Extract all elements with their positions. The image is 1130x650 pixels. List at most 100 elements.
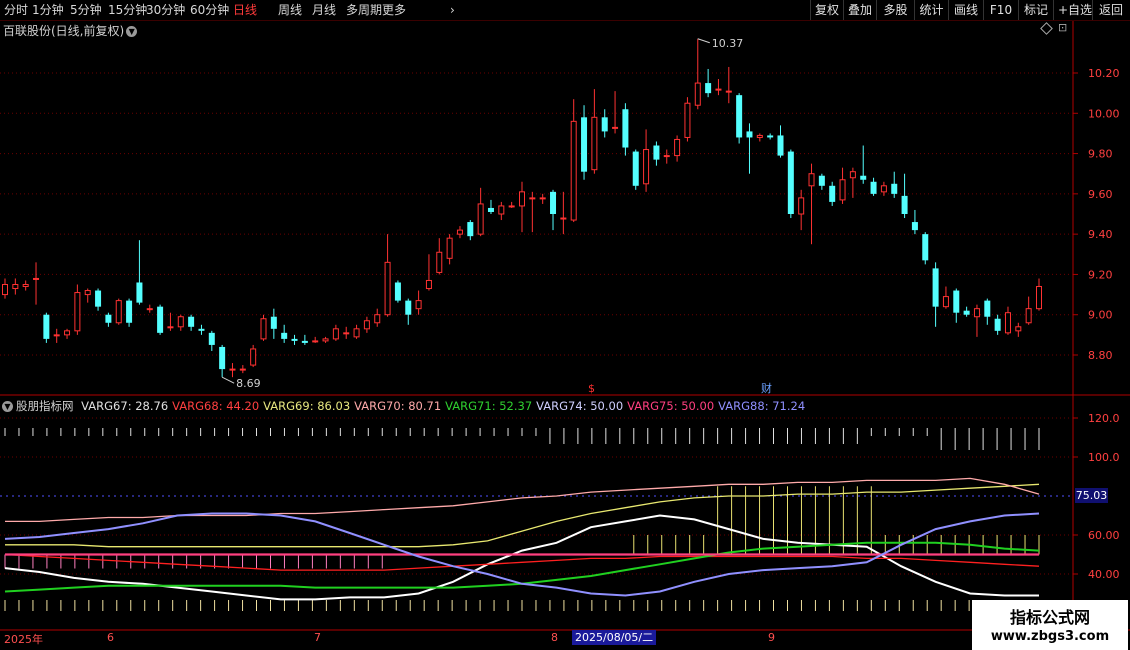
watermark-title: 指标公式网 [1009,608,1090,627]
price-label: 9.00 [1088,309,1113,322]
ind-label: 120.0 [1088,412,1120,425]
toolbar-action-7[interactable]: +自选 [1053,0,1092,20]
candle-body [550,191,557,214]
period-tab-5[interactable]: 60分钟 [190,0,229,20]
ind-label: 60.00 [1088,529,1120,542]
period-tab-10[interactable]: 更多 [382,0,406,20]
toolbar-action-5[interactable]: F10 [983,0,1018,20]
indicator-value-0: VARG67: 28.76 [81,399,169,413]
candle-body [663,155,670,158]
candle-body [818,175,825,186]
candle-body [601,117,608,132]
period-tab-9[interactable]: 多周期 [346,0,382,20]
candle-body [870,181,877,194]
candle-body [519,191,525,207]
kline-chart-canvas[interactable]: 10.20 10.00 9.80 9.60 9.40 9.20 9.00 8.80 10.37 8… [0,0,1130,650]
toolbar-action-4[interactable]: 画线 [948,0,983,20]
candle-body [1004,312,1011,334]
more-arrow-icon[interactable]: › [450,0,455,20]
watermark-url: www.zbgs3.com [990,629,1110,644]
candle-body [291,338,298,341]
toolbar-action-8[interactable]: 返回 [1092,0,1129,20]
indicator-value-3: VARG70: 80.71 [354,399,442,413]
date-label-3: 8 [551,631,558,644]
indicator-name[interactable]: 股朋指标网 [16,399,74,413]
period-tab-8[interactable]: 月线 [312,0,336,20]
candle-body [374,314,381,324]
restore-window-icon[interactable]: ⊡ [1058,21,1067,34]
chevron-down-icon[interactable]: ▼ [126,26,138,37]
candle-body [74,292,81,332]
candle-body [901,195,908,214]
toolbar-action-6[interactable]: 标记 [1018,0,1053,20]
low-label: 8.69 [236,377,261,390]
candle-body [1036,286,1042,310]
price-label: 8.80 [1088,349,1113,362]
candle-body [343,332,350,335]
period-tab-4[interactable]: 30分钟 [146,0,185,20]
indicator-value-7: VARG88: 71.24 [718,399,806,413]
candle-body [260,318,267,340]
candle-body [219,346,226,370]
candle-body [539,197,546,200]
chevron-down-icon[interactable]: ▼ [2,401,13,412]
candle-body [198,328,205,331]
candle-body [612,126,619,129]
candle-body [508,205,515,208]
period-tab-0[interactable]: 分时 [4,0,28,20]
candle-body [684,102,691,138]
price-label: 10.00 [1088,107,1120,120]
candle-body [239,368,246,371]
period-tab-7[interactable]: 周线 [278,0,302,20]
candle-body [705,83,712,94]
candle-body [591,116,598,171]
candle-body [922,234,929,261]
candle-body [136,282,143,303]
toolbar-action-2[interactable]: 多股 [876,0,914,20]
candle-body [53,334,60,337]
candle-body [1025,308,1032,324]
date-label-1: 6 [107,631,114,644]
candle-body [477,203,484,235]
candle-body [1015,326,1022,332]
period-tab-2[interactable]: 5分钟 [70,0,102,20]
candle-body [839,179,846,201]
candle-body [229,368,236,371]
indicator-lines [4,428,1040,611]
candle-body [746,131,753,138]
candle-body [33,277,40,280]
candle-body [384,261,391,316]
candle-body [436,251,443,273]
candle-body [353,328,360,338]
candle-body [64,330,71,336]
candle-body [622,109,629,148]
ind-label: 100.0 [1088,451,1120,464]
candle-body [363,320,370,330]
candle-body [756,134,763,138]
period-tab-6[interactable]: 日线 [233,0,257,20]
candle-body [643,149,650,185]
candle-body [467,222,474,237]
candle-body [281,332,288,339]
event-marker-1: $ [588,382,595,395]
period-tab-3[interactable]: 15分钟 [108,0,147,20]
price-label: 9.80 [1088,148,1113,161]
candle-body [167,326,174,329]
candle-body [808,173,815,187]
candle-body [767,135,774,138]
toolbar-action-1[interactable]: 叠加 [843,0,876,20]
candle-body [581,117,588,172]
period-tab-1[interactable]: 1分钟 [32,0,64,20]
indicator-readout: 75.03 [1075,488,1108,503]
stock-title[interactable]: 百联股份(日线,前复权) ▼ [3,22,138,39]
toolbar-action-3[interactable]: 统计 [914,0,948,20]
indicator-value-5: VARG74: 50.00 [536,399,624,413]
candle-body [95,290,102,307]
candle-body [394,282,401,301]
date-label-0: 2025年 [4,633,43,646]
toolbar-action-0[interactable]: 复权 [810,0,843,20]
candle-body [984,300,991,317]
date-label-2: 7 [314,631,321,644]
cursor-date-box: 2025/08/05/二 [572,630,657,645]
candles [2,38,1042,378]
